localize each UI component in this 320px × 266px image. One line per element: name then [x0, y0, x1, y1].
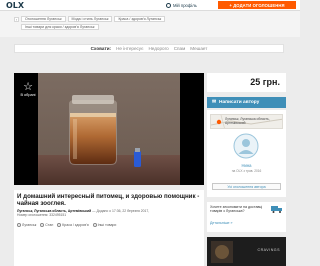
hide-option[interactable]: Недорого — [148, 46, 168, 51]
breadcrumb-item[interactable]: Інші товари для краси / здоров'я Лугансь… — [21, 24, 99, 30]
listing-categories: Луганськ Стан Краса / здоров'я Інші това… — [17, 223, 116, 227]
category-tag[interactable]: Стан — [40, 223, 53, 227]
hide-label: Сховати: — [90, 46, 112, 51]
category-icon — [17, 223, 21, 227]
map-location-text: Луганськ, Луганська область, Артемівськи… — [225, 117, 270, 125]
hide-option[interactable]: Спам — [174, 46, 186, 51]
price-box: 25 грн. — [207, 73, 286, 92]
all-seller-ads-button[interactable]: Усі оголошення автора — [212, 183, 281, 190]
listing-added: Додано о 17:36, 22 березня 2017, — [96, 209, 150, 213]
category-tag[interactable]: Краса / здоров'я — [57, 223, 89, 227]
delivery-details-link[interactable]: Детальніше » — [210, 221, 233, 225]
listing-photo[interactable]: ☆ В обрані — [14, 73, 204, 185]
category-icon — [92, 223, 97, 227]
jar-photo-image — [14, 73, 204, 185]
hide-option[interactable]: Мешает — [190, 46, 207, 51]
breadcrumb-item[interactable]: Мода і стиль Луганськ — [67, 16, 113, 22]
map-pin-icon — [216, 119, 222, 125]
envelope-icon: ✉ — [212, 100, 217, 105]
seller-since: на OLX з трав. 2016 — [231, 169, 262, 173]
star-icon: ☆ — [23, 81, 33, 93]
top-bar: OLX Мій профіль + ДОДАТИ ОГОЛОШЕННЯ — [0, 0, 300, 11]
delivery-question: Хочете зекономити на доставці товарів з … — [210, 205, 263, 214]
seller-card: Луганськ, Луганська область, Артемівськи… — [207, 110, 286, 197]
user-icon — [166, 3, 171, 8]
category-label: Інші товари — [97, 223, 117, 227]
message-seller-button[interactable]: ✉ Написати автору — [207, 97, 286, 108]
location-map[interactable]: Луганськ, Луганська область, Артемівськи… — [210, 114, 283, 129]
seller-name[interactable]: Нина — [207, 163, 286, 168]
back-arrow-icon[interactable]: ‹ — [14, 16, 19, 22]
hide-option[interactable]: Не інтересує — [116, 46, 143, 51]
olx-logo[interactable]: OLX — [6, 1, 24, 10]
breadcrumb-item[interactable]: Оголошення Луганськ — [21, 16, 66, 22]
profile-link[interactable]: Мій профіль — [166, 2, 197, 9]
hide-listing-bar: Сховати: Не інтересує Недорого Спам Меша… — [14, 44, 284, 53]
avatar — [233, 133, 259, 159]
add-to-favorites[interactable]: ☆ В обрані — [18, 81, 38, 105]
contact-label: Написати автору — [219, 100, 260, 105]
delivery-promo: Хочете зекономити на доставці товарів з … — [207, 202, 286, 232]
add-listing-button[interactable]: + ДОДАТИ ОГОЛОШЕННЯ — [218, 1, 296, 9]
breadcrumb-row-1: ‹ Оголошення Луганськ Мода і стиль Луган… — [14, 16, 166, 22]
listing-details: И домашний интересный питомец, и здоровь… — [14, 190, 204, 266]
category-icon — [57, 223, 62, 227]
profile-label: Мій профіль — [173, 3, 197, 8]
category-icon — [40, 223, 45, 227]
category-tag[interactable]: Інші товари — [92, 223, 117, 227]
listing-title: И домашний интересный питомец, и здоровь… — [17, 193, 200, 207]
category-label: Краса / здоров'я — [62, 223, 89, 227]
category-tag[interactable]: Луганськ — [17, 223, 36, 227]
category-label: Стан — [45, 223, 54, 227]
listing-price: 25 грн. — [250, 77, 280, 87]
fav-label: В обрані — [20, 93, 36, 97]
category-label: Луганськ — [22, 223, 37, 227]
listing-id: Номер оголошення: 332495151 — [17, 213, 67, 217]
breadcrumb: ‹ Оголошення Луганськ Мода і стиль Луган… — [0, 11, 300, 37]
advertisement-banner[interactable]: CRAVINGS — [207, 237, 286, 266]
truck-icon — [271, 206, 282, 213]
banner-brand: CRAVINGS — [257, 248, 280, 252]
breadcrumb-row-2: Інші товари для краси / здоров'я Лугансь… — [21, 24, 99, 30]
breadcrumb-item[interactable]: Краса / здоров'я Луганськ — [114, 16, 166, 22]
